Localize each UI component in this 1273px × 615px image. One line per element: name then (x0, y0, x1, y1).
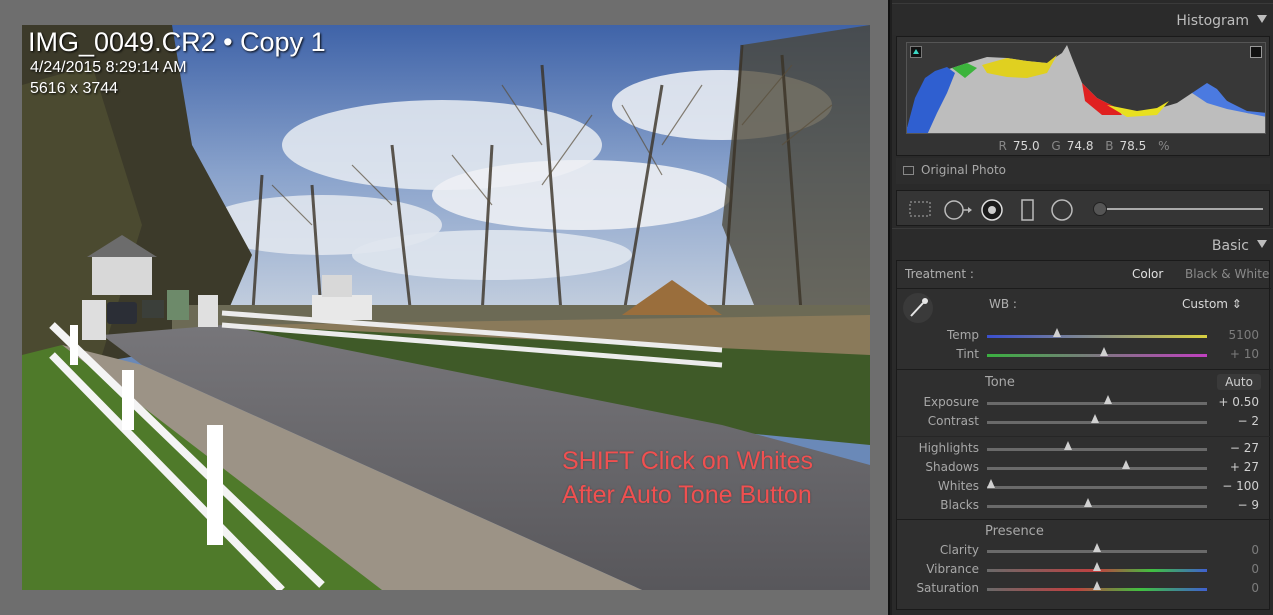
tone-title: Tone (985, 375, 1015, 390)
photo-preview-area: IMG_0049.CR2 • Copy 1 4/24/2015 8:29:14 … (0, 0, 890, 615)
photo-image[interactable]: IMG_0049.CR2 • Copy 1 4/24/2015 8:29:14 … (22, 25, 870, 590)
white-balance-selector[interactable] (903, 293, 933, 323)
blacks-label: Blacks (940, 498, 979, 512)
blacks-value[interactable]: − 9 (1199, 498, 1259, 512)
exposure-slider-knob[interactable] (1104, 395, 1112, 404)
wb-value: Custom (1182, 297, 1228, 311)
radial-filter-icon[interactable] (1051, 199, 1075, 221)
lightroom-develop-window: IMG_0049.CR2 • Copy 1 4/24/2015 8:29:14 … (0, 0, 1273, 615)
treatment-label: Treatment : (905, 267, 974, 281)
blacks-slider-knob[interactable] (1084, 498, 1093, 507)
original-photo-label: Original Photo (921, 163, 1007, 177)
temp-label: Temp (947, 328, 979, 342)
exposure-label: Exposure (923, 395, 979, 409)
wb-dropdown[interactable]: Custom ⇕ (1182, 297, 1242, 311)
whites-slider-knob[interactable] (987, 479, 996, 488)
collapse-triangle-icon[interactable] (1257, 15, 1267, 23)
b-label: B (1105, 139, 1114, 153)
photo-datetime: 4/24/2015 8:29:14 AM (30, 59, 187, 76)
clarity-slider-knob[interactable] (1093, 543, 1101, 552)
vibrance-slider-knob[interactable] (1093, 562, 1101, 571)
separator (897, 369, 1271, 370)
saturation-slider-knob[interactable] (1093, 581, 1101, 590)
graduated-filter-icon[interactable] (1019, 199, 1037, 221)
tint-value[interactable]: + 10 (1199, 347, 1259, 361)
annotation-line-2: After Auto Tone Button (562, 481, 812, 509)
separator (897, 436, 1271, 437)
clarity-value[interactable]: 0 (1199, 543, 1259, 557)
whites-value[interactable]: − 100 (1199, 479, 1259, 493)
presence-title: Presence (985, 524, 1044, 539)
clarity-label: Clarity (939, 543, 979, 557)
whites-label: Whites (937, 479, 979, 493)
wb-label: WB : (989, 297, 1017, 311)
treatment-bw-option[interactable]: Black & White (1185, 267, 1269, 281)
vibrance-value[interactable]: 0 (1199, 562, 1259, 576)
auto-tone-button[interactable]: Auto (1217, 374, 1261, 390)
spot-removal-icon[interactable] (943, 199, 973, 221)
photo-dimensions: 5616 x 3744 (30, 80, 119, 97)
tool-strip (896, 190, 1270, 226)
r-value: 75.0 (1012, 139, 1040, 153)
temp-slider-track[interactable] (987, 335, 1207, 338)
shadows-slider-track[interactable] (987, 467, 1207, 470)
histogram-graph[interactable] (906, 42, 1266, 134)
contrast-slider-knob[interactable] (1090, 414, 1099, 423)
highlight-clipping-icon[interactable] (1250, 46, 1262, 58)
original-photo-checkbox[interactable] (903, 166, 914, 175)
histogram-panel-header[interactable]: Histogram (892, 3, 1273, 35)
saturation-label: Saturation (916, 581, 979, 595)
shadow-clipping-icon[interactable] (910, 46, 922, 58)
percent-unit: % (1158, 139, 1170, 153)
histogram-title: Histogram (1176, 13, 1249, 29)
red-eye-icon[interactable] (981, 199, 1005, 221)
develop-right-panel: Histogram R 75.0 G 74.8 B78.5 % Original… (892, 0, 1273, 615)
contrast-label: Contrast (927, 414, 979, 428)
g-label: G (1051, 139, 1061, 153)
photo-filename: IMG_0049.CR2 • Copy 1 (28, 27, 326, 57)
collapse-triangle-icon[interactable] (1257, 240, 1267, 248)
b-value: 78.5 (1119, 139, 1147, 153)
highlights-slider-track[interactable] (987, 448, 1207, 451)
eyedropper-icon (910, 298, 928, 317)
basic-panel: Treatment : Color Black & White WB : Cus… (896, 260, 1271, 610)
crop-overlay-icon[interactable] (907, 199, 933, 219)
tint-slider-track[interactable] (987, 354, 1207, 357)
tint-slider-knob[interactable] (1099, 347, 1108, 356)
saturation-value[interactable]: 0 (1199, 581, 1259, 595)
r-label: R (998, 139, 1007, 153)
rgb-readout: R 75.0 G 74.8 B 78.5 % (897, 139, 1271, 153)
histogram-chart (907, 45, 1265, 133)
separator (897, 288, 1271, 289)
histogram-box: R 75.0 G 74.8 B 78.5 % (896, 36, 1270, 156)
annotation-line-1: SHIFT Click on Whites (562, 447, 813, 475)
basic-title: Basic (1211, 238, 1249, 254)
basic-panel-header[interactable]: Basic (892, 228, 1273, 260)
highlights-slider-knob[interactable] (1064, 441, 1073, 450)
treatment-color-option[interactable]: Color (1132, 267, 1163, 281)
shadows-label: Shadows (925, 460, 979, 474)
temp-value[interactable]: 5100 (1199, 328, 1259, 342)
g-value: 74.8 (1066, 139, 1094, 153)
vibrance-label: Vibrance (926, 562, 979, 576)
temp-slider-knob[interactable] (1053, 328, 1062, 337)
shadows-value[interactable]: + 27 (1199, 460, 1259, 474)
exposure-value[interactable]: + 0.50 (1199, 395, 1259, 409)
adjustment-brush-icon[interactable] (1093, 202, 1107, 216)
separator (897, 519, 1271, 520)
tint-label: Tint (956, 347, 979, 361)
adjustment-brush-slider-track[interactable] (1097, 208, 1263, 210)
original-photo-row: Original Photo (896, 158, 1270, 184)
highlights-value[interactable]: − 27 (1199, 441, 1259, 455)
shadows-slider-knob[interactable] (1121, 460, 1130, 469)
blacks-slider-track[interactable] (987, 505, 1207, 508)
whites-slider-track[interactable] (987, 486, 1207, 489)
highlights-label: Highlights (918, 441, 979, 455)
contrast-value[interactable]: − 2 (1199, 414, 1259, 428)
exposure-slider-track[interactable] (987, 402, 1207, 405)
